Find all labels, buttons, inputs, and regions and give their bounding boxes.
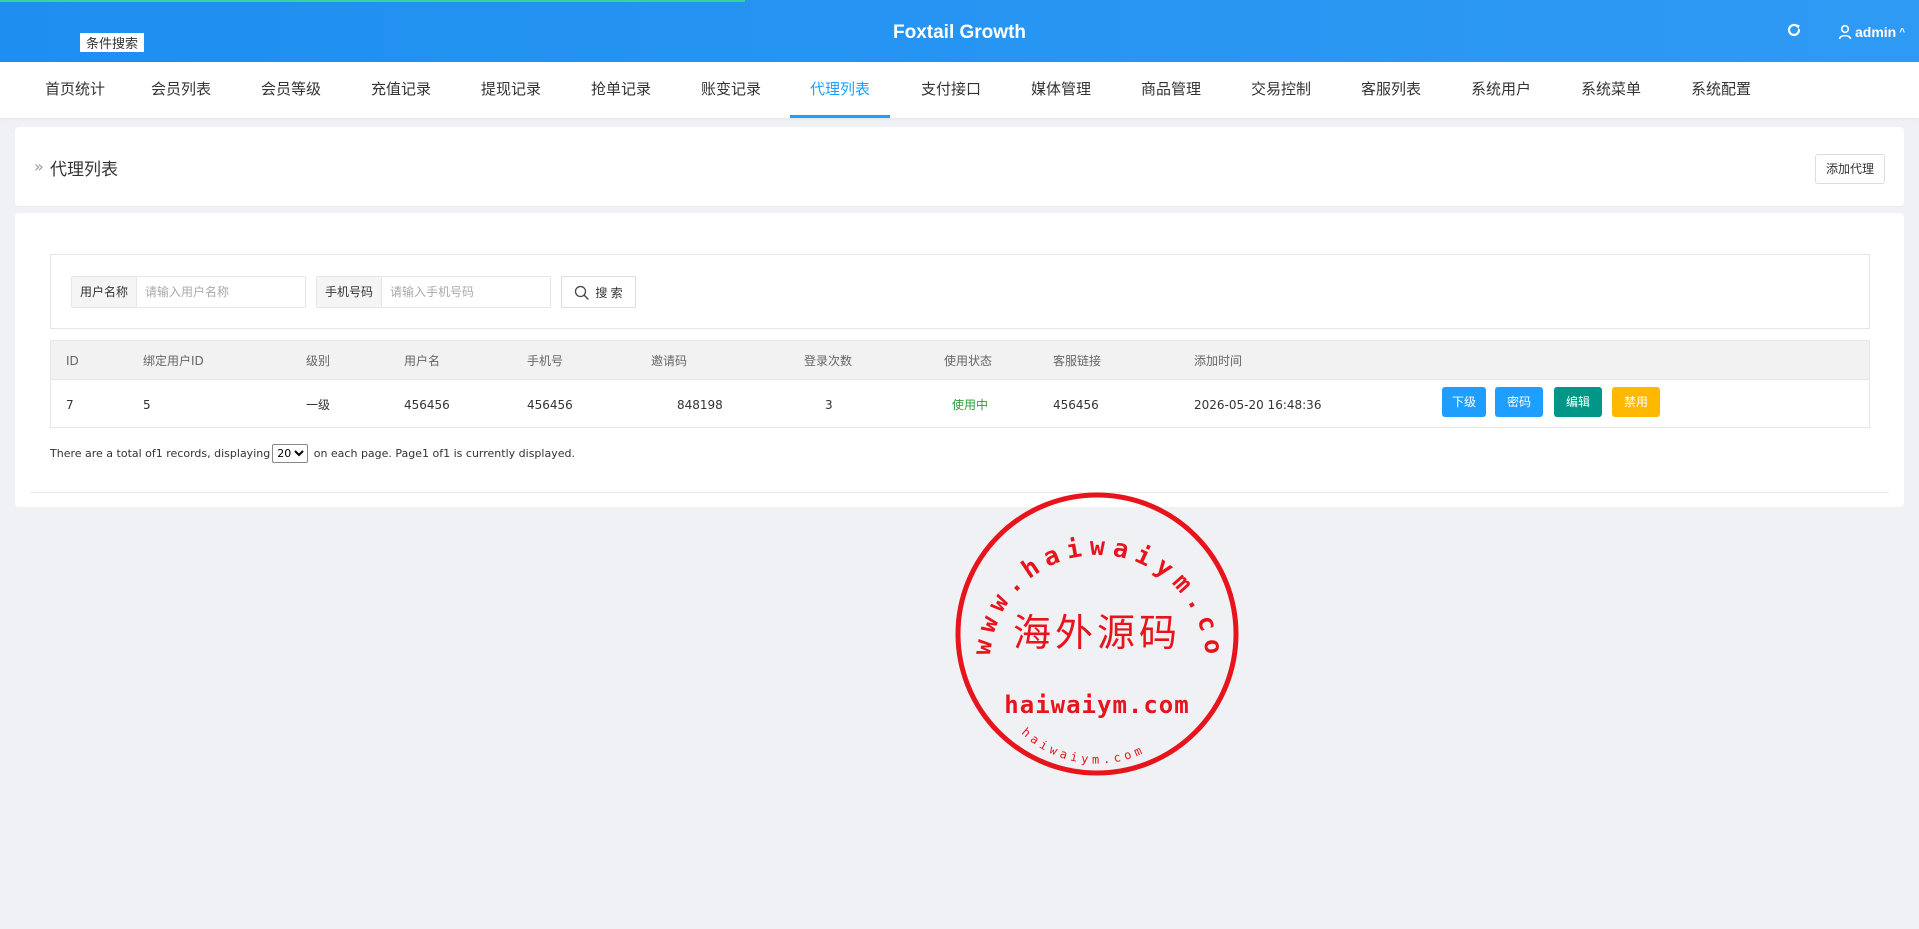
nav-tab[interactable]: 会员等级 xyxy=(260,62,322,118)
watermark-stamp: www.haiwaiym.com 海外源码 haiwaiym.com haiwa… xyxy=(954,491,1239,776)
column-header: 添加时间 xyxy=(1194,354,1243,368)
cell-bind-user-id: 5 xyxy=(143,398,151,412)
nav-tab[interactable]: 代理列表 xyxy=(790,62,890,118)
nav-tab[interactable]: 首页统计 xyxy=(40,62,110,118)
pagination-text-after: on each page. Page1 of1 is currently dis… xyxy=(310,447,575,460)
column-header: ID xyxy=(66,354,79,368)
column-header: 手机号 xyxy=(527,354,564,368)
watermark-domain-text: haiwaiym.com xyxy=(1004,691,1189,719)
password-button[interactable]: 密码 xyxy=(1495,387,1543,417)
cell-added-time: 2026-05-20 16:48:36 xyxy=(1194,398,1322,412)
nav-tab[interactable]: 会员列表 xyxy=(150,62,212,118)
page-size-select[interactable]: 20 xyxy=(272,444,309,463)
svg-text:www.haiwaiym.com: www.haiwaiym.com xyxy=(954,491,1229,662)
nav-tab[interactable]: 系统菜单 xyxy=(1580,62,1642,118)
column-header: 绑定用户ID xyxy=(143,354,204,368)
app-title: Foxtail Growth xyxy=(893,22,1026,43)
refresh-icon-glyph xyxy=(1787,23,1801,37)
nav-tab[interactable]: 交易控制 xyxy=(1250,62,1312,118)
user-icon xyxy=(1838,24,1852,40)
main-nav: 首页统计 会员列表 会员等级 充值记录 提现记录 抢单记录 账变记录 代理列表 支付接口 媒体管理… xyxy=(0,62,1919,118)
column-header: 级别 xyxy=(306,354,331,368)
cell-id: 7 xyxy=(66,398,74,412)
cell-phone: 456456 xyxy=(527,398,573,412)
user-menu[interactable]: admin ^ xyxy=(1838,22,1905,42)
watermark-center-text: 海外源码 xyxy=(1013,611,1181,655)
agent-table: ID 绑定用户ID 级别 用户名 手机号 邀请码 登录次数 使用状态 客服链接 添加时间 7 5 一级… xyxy=(50,340,1870,428)
phone-search-group: 手机号码 xyxy=(316,276,551,308)
edit-button[interactable]: 编辑 xyxy=(1554,387,1602,417)
page-title: 代理列表 xyxy=(50,160,118,180)
nav-tab[interactable]: 抢单记录 xyxy=(590,62,652,118)
svg-text:haiwaiym.com: haiwaiym.com xyxy=(1019,725,1148,767)
nav-tab[interactable]: 支付接口 xyxy=(920,62,982,118)
pagination: There are a total of1 records, displayin… xyxy=(50,444,575,463)
cell-service-link: 456456 xyxy=(1053,398,1099,412)
refresh-icon[interactable] xyxy=(1784,22,1804,42)
nav-tab[interactable]: 提现记录 xyxy=(480,62,542,118)
column-header: 使用状态 xyxy=(944,354,993,368)
phone-input[interactable] xyxy=(382,277,550,307)
cell-level: 一级 xyxy=(306,398,331,412)
cell-login-count: 3 xyxy=(825,398,833,412)
column-header: 客服链接 xyxy=(1053,354,1102,368)
nav-tab[interactable]: 充值记录 xyxy=(370,62,432,118)
disable-button[interactable]: 禁用 xyxy=(1612,387,1660,417)
nav-tab[interactable]: 系统用户 xyxy=(1470,62,1532,118)
cell-status: 使用中 xyxy=(952,398,989,412)
nav-tab[interactable]: 商品管理 xyxy=(1140,62,1202,118)
cell-username: 456456 xyxy=(404,398,450,412)
table-header: ID 绑定用户ID 级别 用户名 手机号 邀请码 登录次数 使用状态 客服链接 添加时间 xyxy=(51,341,1869,380)
phone-label: 手机号码 xyxy=(317,277,383,307)
user-name: admin xyxy=(1855,24,1897,40)
watermark-ring-text: www.haiwaiym.com xyxy=(954,491,1222,662)
nav-tab[interactable]: 客服列表 xyxy=(1360,62,1422,118)
add-agent-button[interactable]: 添加代理 xyxy=(1814,154,1885,184)
nav-tab[interactable]: 系统配置 xyxy=(1690,62,1752,118)
search-icon xyxy=(575,285,590,300)
search-button[interactable]: 搜 索 xyxy=(561,276,636,308)
username-search-group: 用户名称 xyxy=(71,276,306,308)
search-legend: 条件搜索 xyxy=(80,33,145,52)
chevron-up-icon: ^ xyxy=(1899,26,1906,38)
page-header-card: » 代理列表 添加代理 xyxy=(15,127,1904,207)
column-header: 邀请码 xyxy=(651,354,688,368)
watermark-small-text: haiwaiym.com xyxy=(1019,725,1144,767)
top-header: Foxtail Growth admin ^ xyxy=(0,0,1919,62)
nav-tab[interactable]: 媒体管理 xyxy=(1030,62,1092,118)
column-header: 登录次数 xyxy=(804,354,853,368)
pagination-text-before: There are a total of1 records, displayin… xyxy=(50,447,271,460)
username-label: 用户名称 xyxy=(72,277,138,307)
nav-tab[interactable]: 账变记录 xyxy=(700,62,762,118)
subordinate-button[interactable]: 下级 xyxy=(1442,387,1486,417)
username-input[interactable] xyxy=(137,277,305,307)
column-header: 用户名 xyxy=(404,354,441,368)
search-button-label: 搜 索 xyxy=(595,285,623,300)
double-chevron-icon: » xyxy=(34,157,44,176)
cell-invite-code: 848198 xyxy=(677,398,723,412)
